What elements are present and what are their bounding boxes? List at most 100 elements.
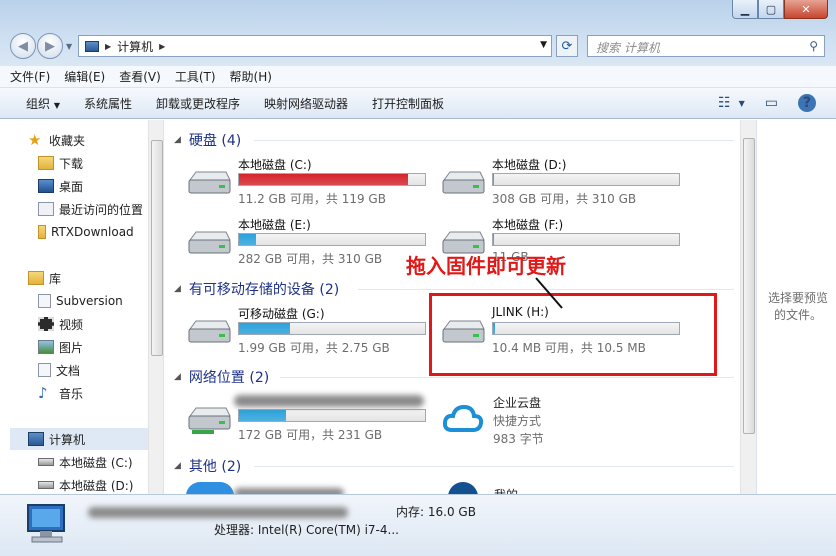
document-icon bbox=[38, 294, 51, 308]
forward-button[interactable]: ▶ bbox=[37, 33, 63, 59]
group-divider bbox=[254, 466, 734, 467]
group-header-removable[interactable]: ◢ 有可移动存储的设备 (2) bbox=[174, 279, 339, 299]
library-icon bbox=[28, 271, 44, 285]
memory-info: 内存: 16.0 GB bbox=[396, 505, 476, 519]
menu-tools[interactable]: 工具(T) bbox=[175, 68, 216, 85]
search-input[interactable]: 搜索 计算机 ⚲ bbox=[587, 35, 825, 57]
collapse-icon[interactable]: ◢ bbox=[174, 461, 181, 471]
map-network-drive-button[interactable]: 映射网络驱动器 bbox=[264, 95, 348, 112]
drive-usage-bar bbox=[492, 173, 680, 186]
recent-places-icon bbox=[38, 202, 54, 216]
back-button[interactable]: ◀ bbox=[10, 33, 36, 59]
menu-help[interactable]: 帮助(H) bbox=[230, 68, 272, 85]
preview-message: 选择要预览的文件。 bbox=[767, 291, 828, 322]
drive-name: 本地磁盘 (C:) bbox=[238, 158, 312, 172]
nav-libraries[interactable]: 库 bbox=[28, 267, 61, 289]
drive-usage-fill bbox=[239, 323, 291, 334]
computer-icon bbox=[85, 40, 99, 52]
drive-item[interactable]: 本地磁盘 (E:) 282 GB 可用，共 310 GB bbox=[186, 216, 436, 272]
nav-item-drive-c[interactable]: 本地磁盘 (C:) bbox=[38, 451, 133, 473]
collapse-icon[interactable]: ◢ bbox=[174, 284, 181, 294]
group-header-network[interactable]: ◢ 网络位置 (2) bbox=[174, 367, 269, 387]
drive-name: 本地磁盘 (D:) bbox=[492, 158, 567, 172]
hard-drive-icon bbox=[188, 171, 231, 194]
cloud-drive-item[interactable]: 企业云盘 快捷方式 983 字节 bbox=[442, 392, 692, 448]
uninstall-program-button[interactable]: 卸载或更改程序 bbox=[156, 95, 240, 112]
chevron-down-icon[interactable]: ▼ bbox=[739, 99, 745, 108]
explorer-window: ▁ ▢ ✕ ◀ ▶ ▼ ▶ 计算机 ▶ ▼ ⟳ 搜索 计算机 ⚲ 文件(F) 编… bbox=[0, 0, 836, 556]
nav-scrollbar[interactable] bbox=[148, 120, 163, 494]
nav-label: 视频 bbox=[59, 317, 84, 332]
other-item-1[interactable] bbox=[186, 482, 234, 494]
drive-usage-fill bbox=[493, 234, 495, 245]
nav-buttons: ◀ ▶ ▼ bbox=[10, 33, 72, 59]
document-icon bbox=[38, 363, 51, 377]
drive-free-space: 282 GB 可用，共 310 GB bbox=[238, 252, 383, 266]
menu-file[interactable]: 文件(F) bbox=[10, 68, 50, 85]
group-header-other[interactable]: ◢ 其他 (2) bbox=[174, 456, 241, 476]
nav-item-rtxdownload[interactable]: RTXDownload bbox=[38, 221, 134, 243]
search-icon[interactable]: ⚲ bbox=[809, 39, 818, 53]
maximize-button[interactable]: ▢ bbox=[758, 0, 784, 19]
nav-label: 库 bbox=[49, 271, 62, 286]
drive-item[interactable]: 本地磁盘 (C:) 11.2 GB 可用，共 119 GB bbox=[186, 156, 436, 212]
close-button[interactable]: ✕ bbox=[784, 0, 828, 19]
nav-label: 文档 bbox=[56, 363, 81, 378]
title-bar: ▁ ▢ ✕ ◀ ▶ ▼ ▶ 计算机 ▶ ▼ ⟳ 搜索 计算机 ⚲ bbox=[0, 0, 836, 66]
drive-item[interactable]: 本地磁盘 (D:) 308 GB 可用，共 310 GB bbox=[440, 156, 690, 212]
drive-free-space: 172 GB 可用，共 231 GB bbox=[238, 428, 383, 442]
breadcrumb-computer[interactable]: 计算机 bbox=[117, 38, 153, 55]
nav-favorites[interactable]: ★ 收藏夹 bbox=[28, 129, 85, 151]
preview-pane-icon[interactable]: ▭ bbox=[765, 95, 778, 111]
nav-item-music[interactable]: ♪ 音乐 bbox=[38, 382, 83, 404]
organize-button[interactable]: 组织 ▼ bbox=[26, 95, 60, 112]
other-item-2[interactable]: 我的 bbox=[448, 482, 708, 494]
nav-label: 桌面 bbox=[59, 179, 84, 194]
refresh-button[interactable]: ⟳ bbox=[556, 35, 578, 57]
nav-item-videos[interactable]: 视频 bbox=[38, 313, 83, 335]
preview-pane: 选择要预览的文件。 bbox=[756, 120, 836, 494]
menu-edit[interactable]: 编辑(E) bbox=[64, 68, 105, 85]
help-icon[interactable]: ? bbox=[798, 94, 816, 112]
hard-drive-icon bbox=[442, 171, 485, 194]
nav-label: 本地磁盘 (D:) bbox=[59, 478, 134, 493]
drive-usage-bar bbox=[238, 409, 426, 422]
menu-view[interactable]: 查看(V) bbox=[119, 68, 161, 85]
drive-usage-bar bbox=[238, 233, 426, 246]
system-properties-button[interactable]: 系统属性 bbox=[84, 95, 132, 112]
group-divider bbox=[280, 377, 734, 378]
minimize-button[interactable]: ▁ bbox=[732, 0, 758, 19]
nav-item-documents[interactable]: 文档 bbox=[38, 359, 80, 381]
change-view-icon[interactable]: ☷ bbox=[718, 95, 731, 111]
command-bar: 组织 ▼ 系统属性 卸载或更改程序 映射网络驱动器 打开控制面板 ☷ ▼ ▭ ? bbox=[0, 88, 836, 119]
chevron-right-icon[interactable]: ▶ bbox=[159, 42, 165, 51]
nav-item-downloads[interactable]: 下载 bbox=[38, 152, 83, 174]
cpu-info: 处理器: Intel(R) Core(TM) i7-4... bbox=[214, 523, 399, 537]
group-label: 其他 (2) bbox=[188, 459, 242, 475]
content-scrollbar[interactable] bbox=[740, 120, 756, 494]
downloads-folder-icon bbox=[38, 156, 54, 170]
nav-item-drive-d[interactable]: 本地磁盘 (D:) bbox=[38, 474, 133, 494]
content-scrollbar-thumb[interactable] bbox=[743, 138, 755, 434]
nav-item-pictures[interactable]: 图片 bbox=[38, 336, 83, 358]
nav-computer[interactable]: 计算机 bbox=[10, 428, 148, 450]
nav-scrollbar-thumb[interactable] bbox=[151, 140, 163, 356]
cloud-drive-type: 快捷方式 bbox=[493, 414, 542, 428]
collapse-icon[interactable]: ◢ bbox=[174, 135, 181, 145]
star-icon: ★ bbox=[28, 131, 42, 149]
caption-buttons: ▁ ▢ ✕ bbox=[732, 0, 828, 19]
address-dropdown[interactable]: ▼ bbox=[540, 40, 547, 50]
collapse-icon[interactable]: ◢ bbox=[174, 372, 181, 382]
nav-item-recent[interactable]: 最近访问的位置 bbox=[38, 198, 143, 220]
recent-pages-dropdown[interactable]: ▼ bbox=[66, 42, 72, 51]
open-control-panel-button[interactable]: 打开控制面板 bbox=[372, 95, 444, 112]
group-header-hard-disks[interactable]: ◢ 硬盘 (4) bbox=[174, 130, 241, 150]
nav-item-subversion[interactable]: Subversion bbox=[38, 290, 123, 312]
address-bar[interactable]: ▶ 计算机 ▶ ▼ bbox=[78, 35, 552, 57]
nav-item-desktop[interactable]: 桌面 bbox=[38, 175, 83, 197]
drive-usage-bar bbox=[238, 322, 426, 335]
drive-name: 可移动磁盘 (G:) bbox=[238, 307, 325, 321]
desktop-icon bbox=[38, 179, 54, 193]
chevron-right-icon[interactable]: ▶ bbox=[105, 42, 111, 51]
drive-item[interactable]: 可移动磁盘 (G:) 1.99 GB 可用，共 2.75 GB bbox=[186, 305, 436, 361]
